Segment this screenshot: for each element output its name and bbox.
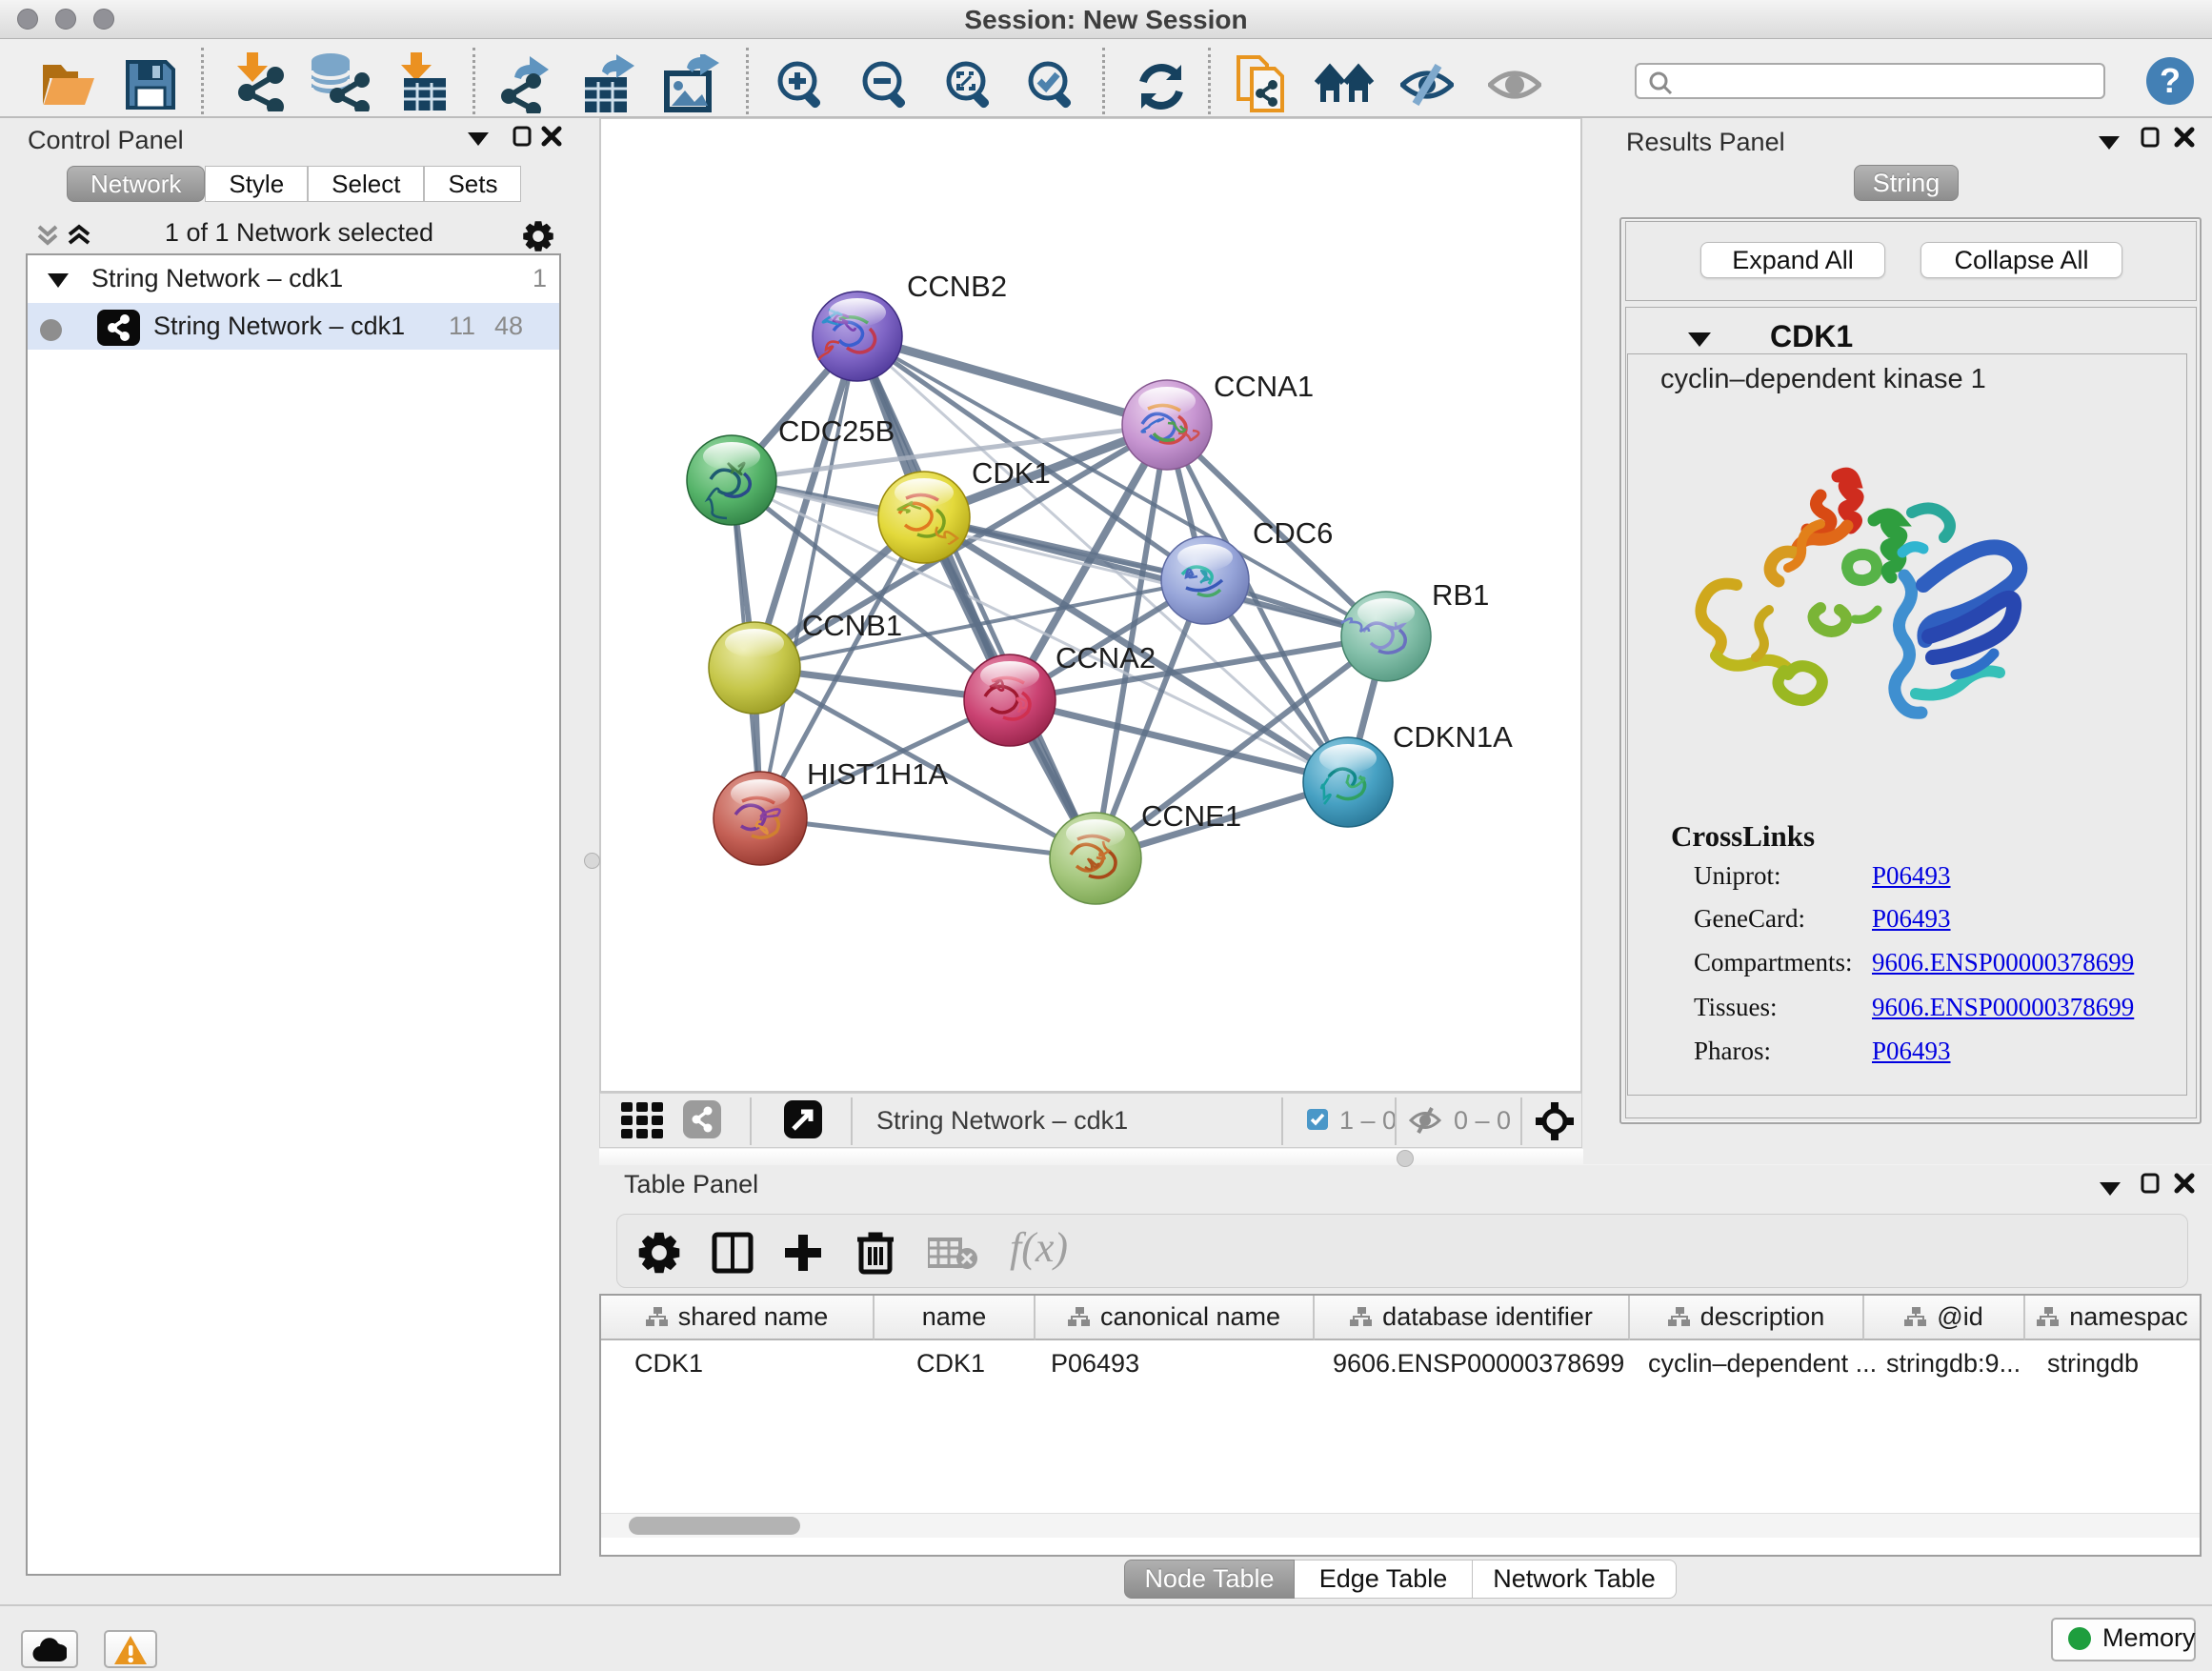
svg-text:CDKN1A: CDKN1A [1393, 720, 1513, 754]
svg-text:CCNB1: CCNB1 [802, 609, 902, 642]
svg-text:CCNA1: CCNA1 [1214, 370, 1314, 403]
svg-text:CDC25B: CDC25B [778, 414, 895, 448]
svg-text:RB1: RB1 [1432, 578, 1489, 612]
svg-text:CDC6: CDC6 [1253, 516, 1333, 550]
svg-text:CCNB2: CCNB2 [907, 270, 1007, 303]
svg-text:CDK1: CDK1 [972, 456, 1051, 490]
svg-text:?: ? [2160, 61, 2181, 100]
svg-text:HIST1H1A: HIST1H1A [807, 757, 948, 791]
svg-text:CCNE1: CCNE1 [1141, 799, 1241, 833]
svg-text:CCNA2: CCNA2 [1056, 641, 1156, 674]
